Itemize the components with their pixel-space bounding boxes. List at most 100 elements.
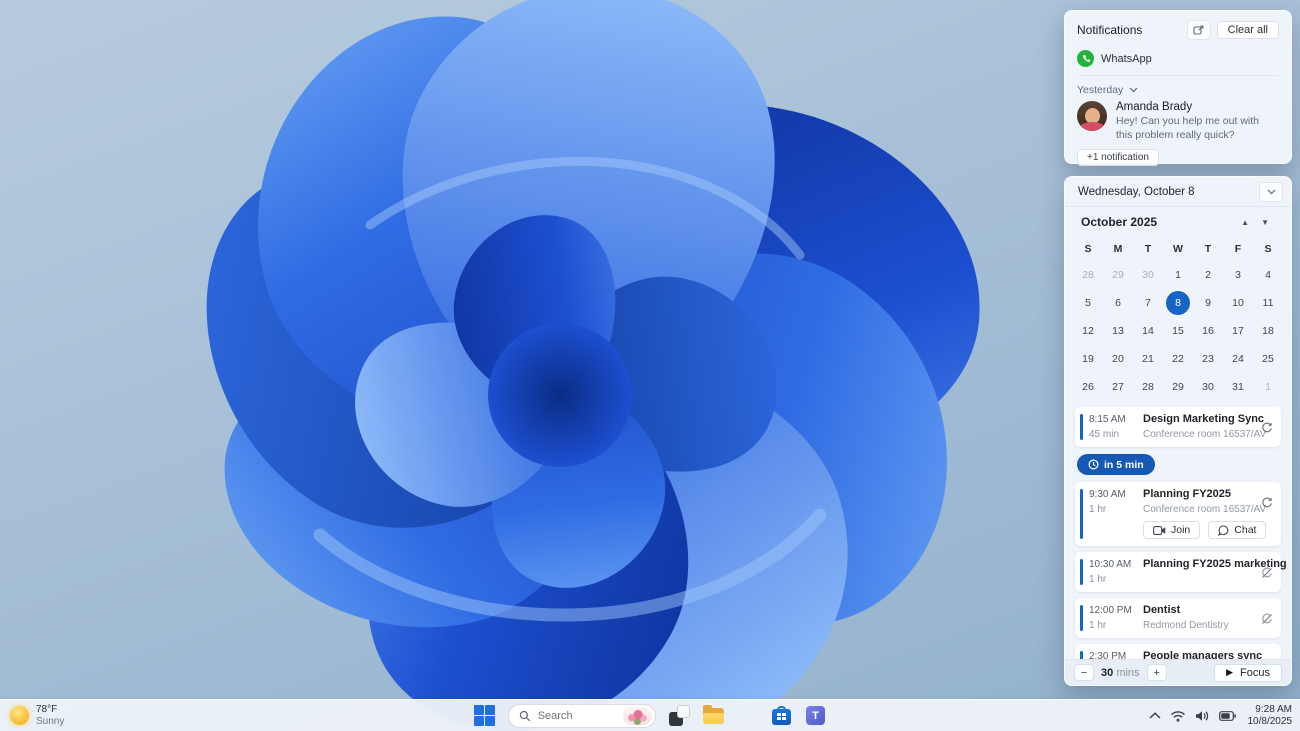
focus-label: Focus — [1240, 666, 1270, 679]
agenda-event[interactable]: 9:30 AM Planning FY2025 1 hr Conference … — [1075, 482, 1281, 546]
focus-session-bar: − 30 mins + ▶ Focus — [1065, 659, 1291, 685]
calendar-day[interactable]: 24 — [1223, 345, 1253, 373]
agenda-event[interactable]: 8:15 AM Design Marketing Sync 45 min Con… — [1075, 407, 1281, 447]
event-time: 8:15 AM — [1089, 414, 1126, 425]
calendar-day[interactable]: 6 — [1103, 289, 1133, 317]
tray-time: 9:28 AM — [1255, 703, 1292, 715]
event-time: 12:00 PM — [1089, 605, 1132, 616]
day-of-week-header: T — [1204, 243, 1212, 255]
non-recurring-icon — [1261, 566, 1273, 584]
focus-duration-increase-button[interactable]: + — [1146, 664, 1167, 681]
calendar-day[interactable]: 12 — [1073, 317, 1103, 345]
notification-settings-button[interactable] — [1186, 20, 1211, 40]
search-input[interactable] — [537, 709, 616, 722]
calendar-collapse-button[interactable] — [1259, 181, 1283, 202]
tray-date: 10/8/2025 — [1247, 715, 1293, 727]
calendar-day[interactable]: 27 — [1103, 373, 1133, 401]
calendar-day[interactable]: 30 — [1133, 261, 1163, 289]
event-title: Design Marketing Sync — [1143, 413, 1265, 425]
calendar-day[interactable]: 23 — [1193, 345, 1223, 373]
calendar-day[interactable]: 1 — [1163, 261, 1193, 289]
agenda-event-partial[interactable]: 2:30 PM People managers sync — [1075, 644, 1281, 659]
calendar-day-selected[interactable]: 8 — [1163, 289, 1193, 317]
calendar-day[interactable]: 31 — [1223, 373, 1253, 401]
event-location: Conference room 16537/AV — [1143, 429, 1267, 440]
calendar-day[interactable]: 26 — [1073, 373, 1103, 401]
day-of-week-header: M — [1113, 243, 1123, 255]
calendar-day[interactable]: 7 — [1133, 289, 1163, 317]
weather-condition: Sunny — [36, 715, 65, 727]
battery-icon[interactable] — [1218, 710, 1236, 721]
calendar-day[interactable]: 18 — [1253, 317, 1283, 345]
taskbar-clock[interactable]: 9:28 AM 10/8/2025 — [1248, 704, 1293, 728]
task-view-button[interactable] — [669, 705, 690, 726]
calendar-day[interactable]: 22 — [1163, 345, 1193, 373]
chat-icon — [1218, 524, 1229, 536]
calendar-day[interactable]: 28 — [1073, 261, 1103, 289]
day-of-week-header: F — [1234, 243, 1242, 255]
calendar-day[interactable]: 14 — [1133, 317, 1163, 345]
calendar-prev-month-button[interactable]: ▲ — [1235, 216, 1255, 229]
calendar-day[interactable]: 20 — [1103, 345, 1133, 373]
notification-item[interactable]: Amanda Brady Hey! Can you help me out wi… — [1077, 101, 1279, 142]
calendar-day[interactable]: 16 — [1193, 317, 1223, 345]
calendar-day[interactable]: 10 — [1223, 289, 1253, 317]
agenda-list: 8:15 AM Design Marketing Sync 45 min Con… — [1065, 401, 1291, 659]
agenda-event[interactable]: 12:00 PM Dentist 1 hr Redmond Dentistry — [1075, 598, 1281, 638]
sun-icon — [10, 706, 29, 725]
event-time: 9:30 AM — [1089, 489, 1126, 500]
event-title: Planning FY2025 — [1143, 488, 1232, 500]
calendar-day[interactable]: 9 — [1193, 289, 1223, 317]
focus-duration-label: 30 mins — [1101, 667, 1140, 679]
event-title: Dentist — [1143, 604, 1181, 616]
notification-group-label: WhatsApp — [1101, 52, 1152, 65]
calendar-day[interactable]: 4 — [1253, 261, 1283, 289]
teams-button[interactable]: T — [805, 705, 826, 726]
join-meeting-button[interactable]: Join — [1143, 521, 1201, 539]
calendar-day[interactable]: 21 — [1133, 345, 1163, 373]
more-notifications-button[interactable]: +1 notification — [1077, 149, 1159, 167]
calendar-day[interactable]: 30 — [1193, 373, 1223, 401]
camera-icon — [1153, 525, 1166, 535]
calendar-day[interactable]: 19 — [1073, 345, 1103, 373]
hidden-icons-chevron-button[interactable] — [1149, 712, 1161, 719]
calendar-day[interactable]: 3 — [1223, 261, 1253, 289]
weather-temperature: 78°F — [36, 704, 58, 715]
calendar-day-of-week-row: SMTWTFS — [1065, 237, 1291, 261]
event-title: People managers sync — [1143, 650, 1263, 659]
calendar-day[interactable]: 11 — [1253, 289, 1283, 317]
focus-start-button[interactable]: ▶ Focus — [1214, 663, 1282, 682]
calendar-day[interactable]: 17 — [1223, 317, 1253, 345]
calendar-day[interactable]: 29 — [1103, 261, 1133, 289]
day-of-week-header: S — [1264, 243, 1272, 255]
calendar-day[interactable]: 2 — [1193, 261, 1223, 289]
focus-duration-unit: mins — [1116, 666, 1140, 679]
edge-button[interactable] — [737, 705, 758, 726]
calendar-day[interactable]: 25 — [1253, 345, 1283, 373]
file-explorer-button[interactable] — [703, 705, 724, 726]
agenda-event[interactable]: 10:30 AM Planning FY2025 marketing 1 hr — [1075, 552, 1287, 592]
notification-message: Hey! Can you help me out with this probl… — [1116, 115, 1259, 141]
calendar-day[interactable]: 28 — [1133, 373, 1163, 401]
calendar-day[interactable]: 5 — [1073, 289, 1103, 317]
clear-all-button[interactable]: Clear all — [1216, 21, 1279, 39]
taskbar-search-box[interactable] — [508, 703, 656, 728]
notification-sender: Amanda Brady — [1116, 101, 1193, 113]
notification-group-whatsapp[interactable]: WhatsApp — [1077, 50, 1279, 76]
start-button[interactable] — [474, 705, 495, 726]
calendar-day[interactable]: 13 — [1103, 317, 1133, 345]
calendar-day[interactable]: 1 — [1253, 373, 1283, 401]
wifi-icon[interactable] — [1170, 710, 1186, 722]
volume-icon[interactable] — [1195, 710, 1210, 722]
event-time: 2:30 PM — [1089, 651, 1127, 659]
notification-section-yesterday[interactable]: Yesterday — [1077, 84, 1279, 96]
taskbar-weather-widget[interactable]: 78°F Sunny — [10, 700, 64, 731]
calendar-day[interactable]: 15 — [1163, 317, 1193, 345]
chat-button[interactable]: Chat — [1208, 521, 1267, 539]
calendar-date-header: Wednesday, October 8 — [1078, 185, 1195, 198]
calendar-day[interactable]: 29 — [1163, 373, 1193, 401]
calendar-next-month-button[interactable]: ▼ — [1255, 216, 1275, 229]
search-highlight-image — [622, 706, 652, 725]
microsoft-store-button[interactable] — [771, 705, 792, 726]
focus-duration-decrease-button[interactable]: − — [1074, 664, 1094, 681]
